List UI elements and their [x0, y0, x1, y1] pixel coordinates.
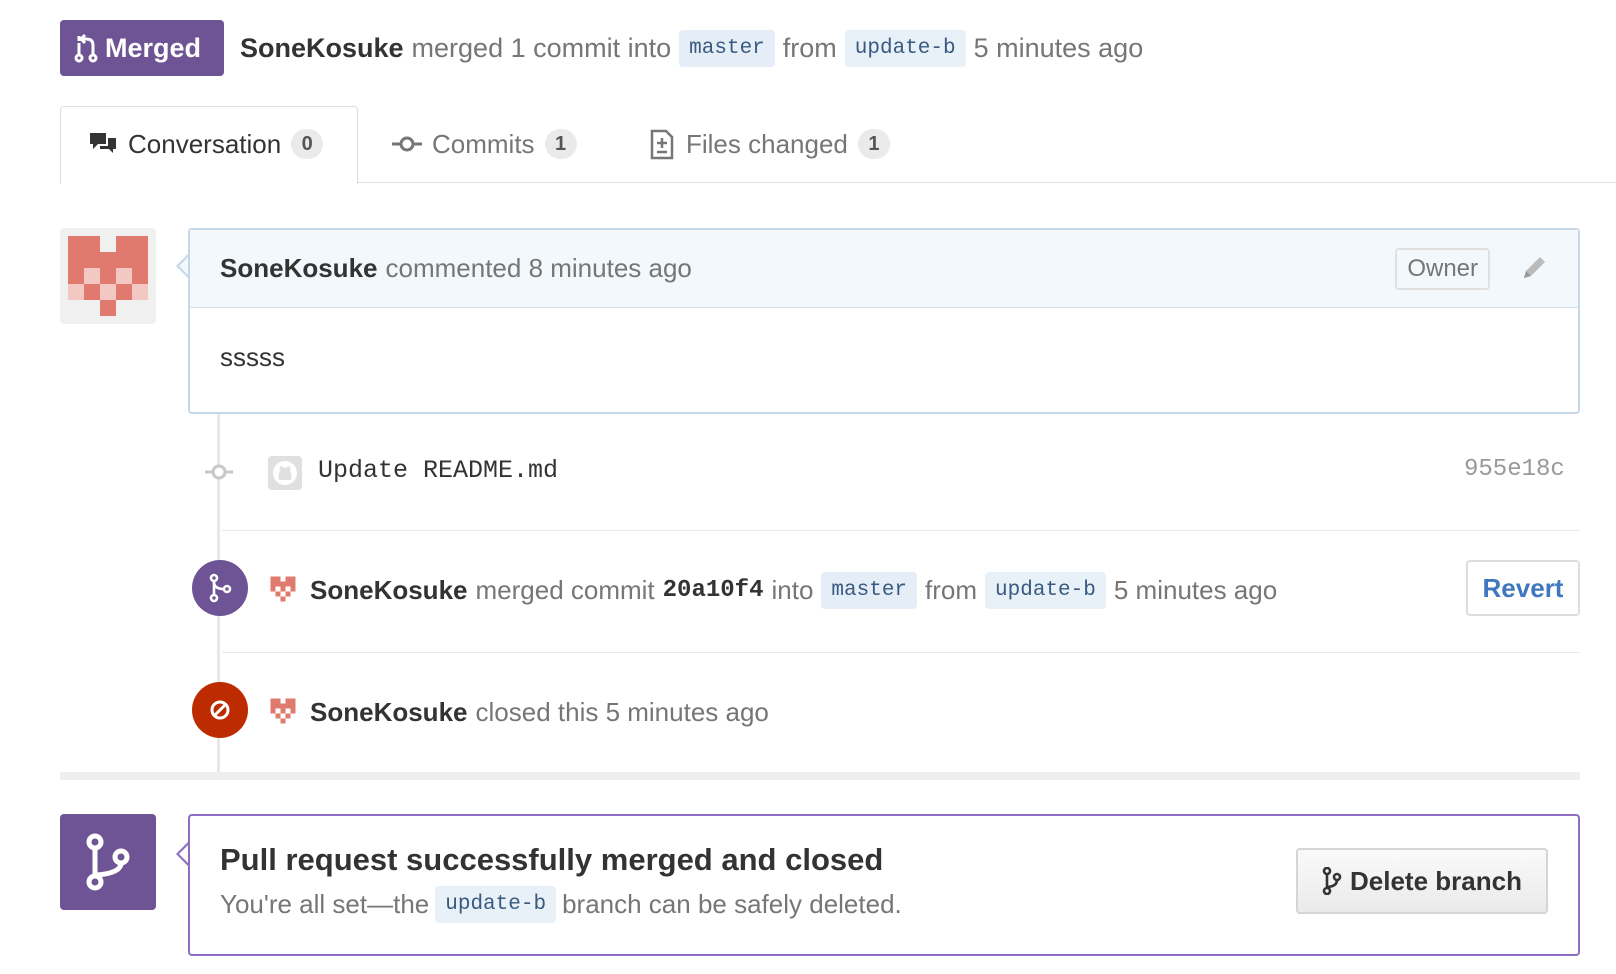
merge-status-title: Pull request successfully merged and clo… [220, 842, 884, 877]
desc-before: You're all set—the [220, 889, 430, 919]
merge-status-box: Pull request successfully merged and clo… [188, 814, 1580, 956]
tab-label: Conversation [128, 128, 282, 159]
git-merge-icon [86, 833, 130, 891]
revert-button[interactable]: Revert [1466, 560, 1580, 616]
from-text: from [925, 574, 978, 605]
base-branch-label[interactable]: master [679, 29, 775, 67]
tab-files-changed[interactable]: Files changed 1 [648, 106, 890, 182]
git-merge-icon [74, 33, 98, 63]
pr-merge-summary: SoneKosuke merged 1 commit into master f… [240, 24, 1143, 72]
merge-status-description: You're all set—the update-b branch can b… [220, 886, 902, 923]
diff-icon [650, 129, 674, 160]
circle-slash-icon [210, 700, 230, 720]
merge-action-text: merged 1 commit into [411, 32, 672, 63]
closed-text: closed this 5 minutes ago [475, 696, 769, 727]
desc-after: branch can be safely deleted. [562, 889, 902, 919]
author-avatar-small[interactable] [268, 574, 298, 604]
head-branch-label[interactable]: update-b [985, 571, 1106, 609]
git-commit-icon [205, 464, 233, 480]
merged-event-text: SoneKosuke merged commit 20a10f4 into ma… [310, 568, 1277, 612]
owner-badge: Owner [1395, 248, 1490, 290]
author-avatar-small[interactable] [268, 696, 298, 726]
comment-discussion-icon [90, 133, 116, 153]
head-branch-label[interactable]: update-b [435, 886, 557, 923]
tab-label: Commits [432, 128, 535, 159]
git-branch-icon [1322, 867, 1342, 895]
event-author[interactable]: SoneKosuke [310, 697, 468, 728]
delete-branch-button[interactable]: Delete branch [1296, 848, 1548, 914]
comment-author[interactable]: SoneKosuke [220, 253, 378, 284]
github-avatar[interactable] [268, 456, 302, 490]
timeline-divider [222, 530, 1580, 531]
merge-status-icon-box [60, 814, 156, 910]
merge-commit-sha[interactable]: 20a10f4 [663, 577, 764, 604]
tab-commits[interactable]: Commits 1 [392, 106, 577, 182]
tab-counter: 1 [857, 129, 890, 159]
git-merge-icon [209, 573, 232, 603]
event-author[interactable]: SoneKosuke [310, 575, 468, 606]
timeline-end-bar [60, 772, 1580, 780]
base-branch-label[interactable]: master [821, 571, 918, 609]
closed-event-badge [192, 682, 248, 738]
into-text: into [771, 574, 814, 605]
comment-meta[interactable]: commented 8 minutes ago [386, 253, 692, 284]
git-commit-icon [392, 136, 422, 152]
commit-sha-link[interactable]: 955e18c [1464, 456, 1565, 483]
merge-time: 5 minutes ago [973, 32, 1144, 63]
merged-event-badge [192, 560, 248, 616]
event-time[interactable]: 5 minutes ago [1114, 575, 1277, 606]
commit-message-link[interactable]: Update README.md [318, 456, 558, 485]
author-avatar[interactable] [60, 228, 156, 324]
tab-counter: 0 [291, 129, 324, 159]
closed-event-text: SoneKosuke closed this 5 minutes ago [310, 690, 769, 734]
author-link[interactable]: SoneKosuke [240, 33, 404, 64]
tab-label: Files changed [686, 128, 848, 159]
state-label: Merged [105, 32, 202, 63]
tab-counter: 1 [544, 129, 577, 159]
tab-conversation[interactable]: Conversation 0 [88, 106, 324, 182]
head-branch-label[interactable]: update-b [844, 29, 966, 67]
identicon-avatar [68, 236, 148, 316]
comment-header: SoneKosuke commented 8 minutes ago Owner [190, 230, 1578, 308]
timeline-divider [222, 652, 1580, 653]
from-text: from [782, 32, 837, 63]
merged-commit-text: merged commit [475, 574, 655, 605]
comment-body: sssss [220, 342, 285, 372]
pencil-icon[interactable] [1518, 252, 1550, 284]
delete-branch-label: Delete branch [1350, 865, 1522, 896]
octocat-icon [273, 461, 297, 485]
merged-state-badge: Merged [60, 20, 224, 76]
comment-box: SoneKosuke commented 8 minutes ago Owner… [188, 228, 1580, 414]
